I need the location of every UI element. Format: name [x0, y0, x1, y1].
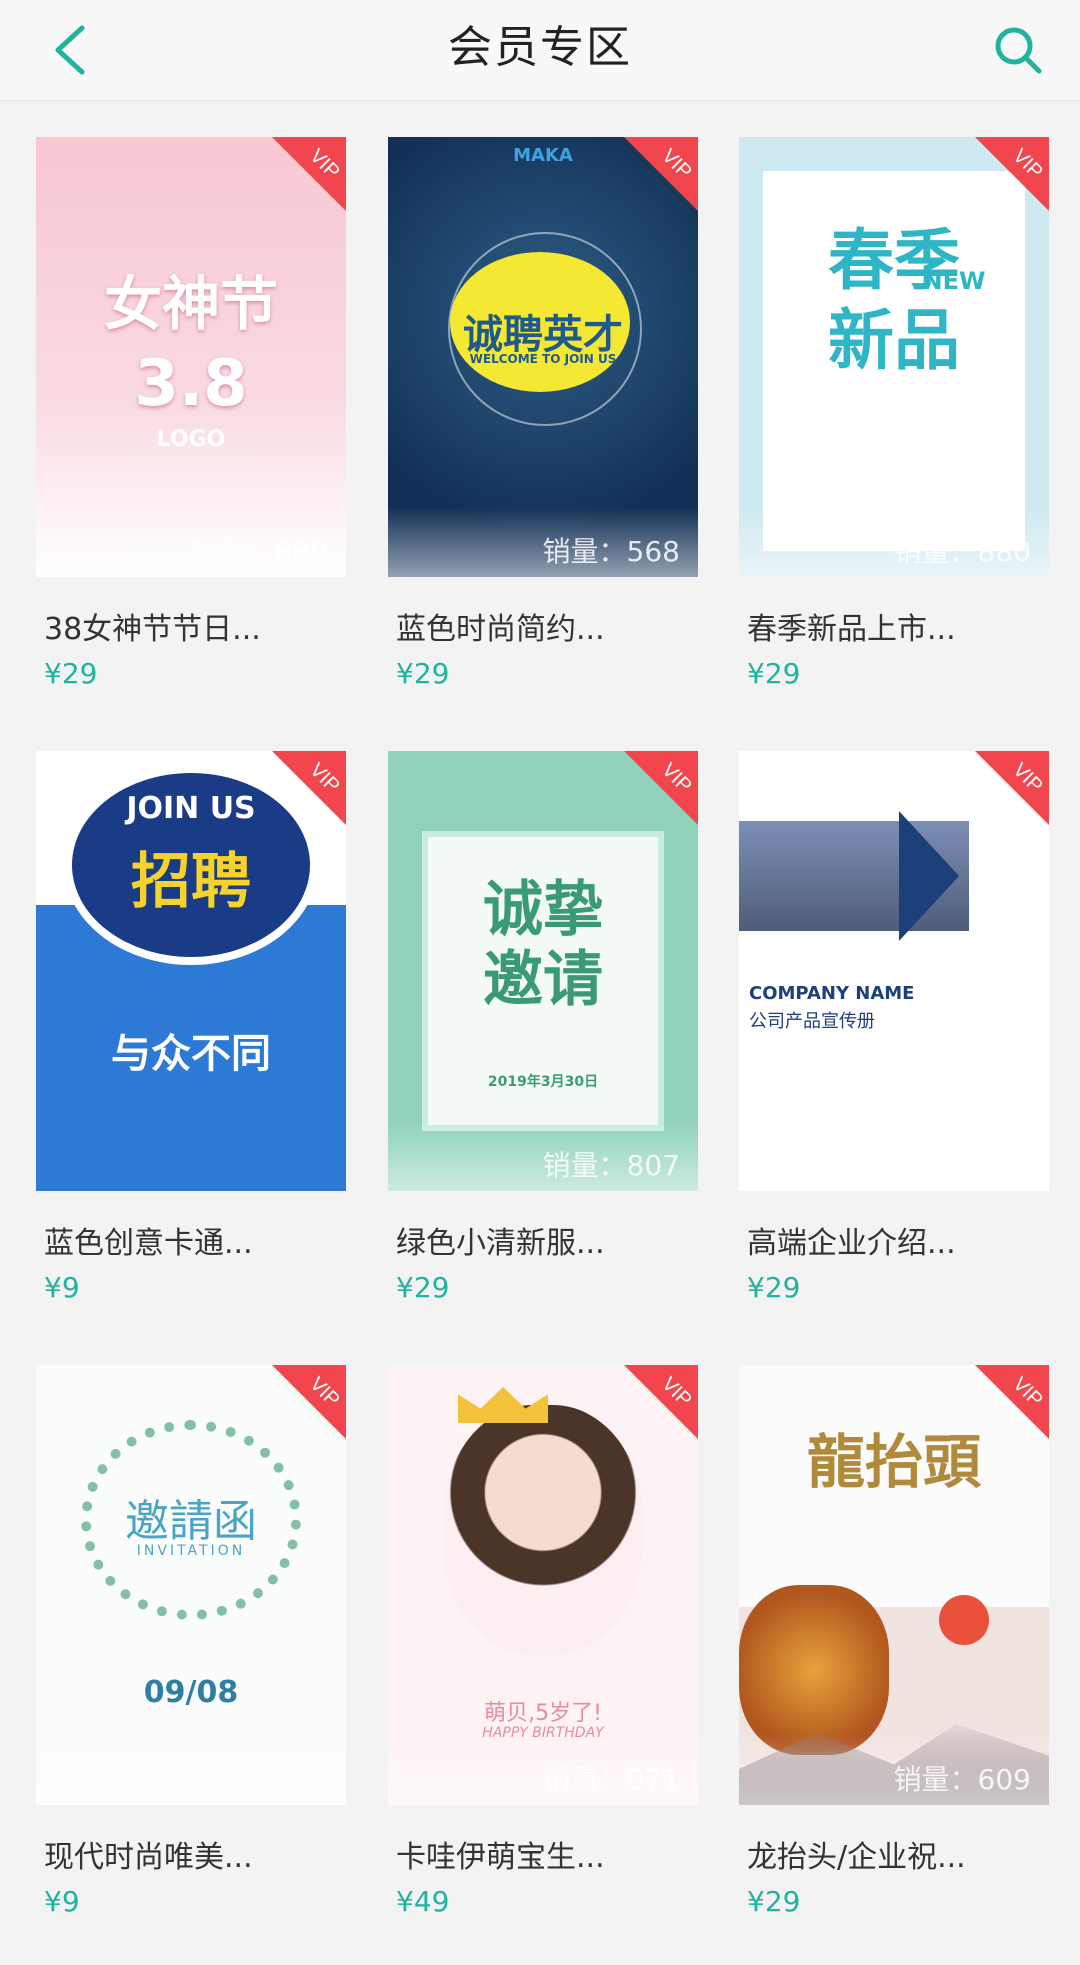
poster-date: 09/08: [143, 1675, 239, 1710]
template-name[interactable]: 卡哇伊萌宝生...: [396, 1832, 696, 1876]
sales-count: 销量：807: [388, 1121, 698, 1191]
template-name[interactable]: 蓝色创意卡通...: [44, 1218, 344, 1262]
template-name[interactable]: 绿色小清新服...: [396, 1218, 696, 1262]
template-price: ¥29: [396, 1271, 450, 1304]
poster-child-photo: [443, 1405, 643, 1655]
template-thumbnail[interactable]: 邀請函 INVITATION 09/08 VIP 销量：583: [36, 1365, 346, 1805]
template-name[interactable]: 蓝色时尚简约...: [396, 604, 696, 648]
poster-title: 女神节: [103, 270, 278, 338]
poster-subtitle: INVITATION: [136, 1543, 246, 1559]
template-thumbnail[interactable]: 萌贝,5岁了! HAPPY BIRTHDAY VIP 销量：971: [388, 1365, 698, 1805]
template-card[interactable]: 邀請函 INVITATION 09/08 VIP 销量：583 现代时尚唯美..…: [36, 1365, 346, 1965]
top-bar: 会员专区: [0, 0, 1080, 101]
template-price: ¥29: [747, 657, 801, 690]
template-name[interactable]: 高端企业介绍...: [747, 1218, 1047, 1262]
template-thumbnail[interactable]: 龍抬頭 VIP 销量：609: [739, 1365, 1049, 1805]
template-price: ¥29: [396, 657, 450, 690]
poster-title: 招聘: [131, 847, 251, 917]
template-card[interactable]: 诚挚 邀请 2019年3月30日 VIP 销量：807 绿色小清新服... ¥2…: [388, 751, 698, 1351]
template-price: ¥29: [747, 1271, 801, 1304]
template-price: ¥29: [44, 657, 98, 690]
page-title: 会员专区: [448, 22, 632, 73]
poster-title: 萌贝,5岁了!: [484, 1701, 602, 1726]
template-card[interactable]: 诚聘英才 WELCOME TO JOIN US MAKA VIP 销量：568 …: [388, 137, 698, 737]
sales-count: 销量：583: [36, 1735, 346, 1805]
template-card[interactable]: 女神节 3.8 LOGO VIP 销量：880 38女神节节日... ¥29: [36, 137, 346, 737]
search-button[interactable]: [986, 18, 1050, 82]
template-thumbnail[interactable]: 诚挚 邀请 2019年3月30日 VIP 销量：807: [388, 751, 698, 1191]
poster-subtitle: 公司产品宣传册: [749, 1011, 875, 1032]
template-card[interactable]: 春季 新品 NEW VIP 销量：880 春季新品上市... ¥29: [739, 137, 1049, 737]
poster-sun: [939, 1595, 989, 1645]
poster-dragon: [739, 1585, 889, 1755]
template-card[interactable]: 龍抬頭 VIP 销量：609 龙抬头/企业祝... ¥29: [739, 1365, 1049, 1965]
template-thumbnail[interactable]: COMPANY NAME 公司产品宣传册 VIP 销量：785: [739, 751, 1049, 1191]
poster-arrow: [899, 811, 959, 941]
poster-title: COMPANY NAME: [749, 983, 915, 1004]
sales-count: 销量：609: [739, 1735, 1049, 1805]
template-name[interactable]: 38女神节节日...: [44, 604, 344, 648]
sales-count: 销量：971: [388, 1735, 698, 1805]
template-card[interactable]: JOIN US 招聘 与众不同 VIP 蓝色创意卡通... ¥9: [36, 751, 346, 1351]
template-thumbnail[interactable]: JOIN US 招聘 与众不同 VIP: [36, 751, 346, 1191]
sales-count: 销量：568: [388, 507, 698, 577]
poster-subtitle: 3.8: [134, 347, 248, 421]
poster-subtitle: 邀请: [483, 945, 603, 1015]
sales-count: 销量：785: [739, 1121, 1049, 1191]
template-price: ¥29: [747, 1885, 801, 1918]
template-name[interactable]: 现代时尚唯美...: [44, 1832, 344, 1876]
template-price: ¥9: [44, 1885, 80, 1918]
poster-date: 2019年3月30日: [487, 1074, 599, 1090]
template-price: ¥49: [396, 1885, 450, 1918]
poster-title: 邀請函: [125, 1496, 257, 1547]
poster-slogan: 与众不同: [111, 1031, 271, 1077]
template-name[interactable]: 龙抬头/企业祝...: [747, 1832, 1047, 1876]
poster-subtitle: WELCOME TO JOIN US: [469, 352, 617, 366]
poster-logo: LOGO: [156, 427, 226, 452]
template-thumbnail[interactable]: 女神节 3.8 LOGO VIP 销量：880: [36, 137, 346, 577]
search-icon: [995, 27, 1042, 74]
poster-tag: NEW: [922, 267, 986, 295]
template-card[interactable]: COMPANY NAME 公司产品宣传册 VIP 销量：785 高端企业介绍..…: [739, 751, 1049, 1351]
template-thumbnail[interactable]: 诚聘英才 WELCOME TO JOIN US MAKA VIP 销量：568: [388, 137, 698, 577]
sales-count: 销量：880: [36, 507, 346, 577]
template-thumbnail[interactable]: 春季 新品 NEW VIP 销量：880: [739, 137, 1049, 577]
poster-subtitle: 新品: [828, 302, 960, 379]
poster-crown: [458, 1387, 548, 1423]
template-price: ¥9: [44, 1271, 80, 1304]
template-name[interactable]: 春季新品上市...: [747, 604, 1047, 648]
template-card[interactable]: 萌贝,5岁了! HAPPY BIRTHDAY VIP 销量：971 卡哇伊萌宝生…: [388, 1365, 698, 1965]
sales-count: 销量：880: [739, 507, 1049, 577]
